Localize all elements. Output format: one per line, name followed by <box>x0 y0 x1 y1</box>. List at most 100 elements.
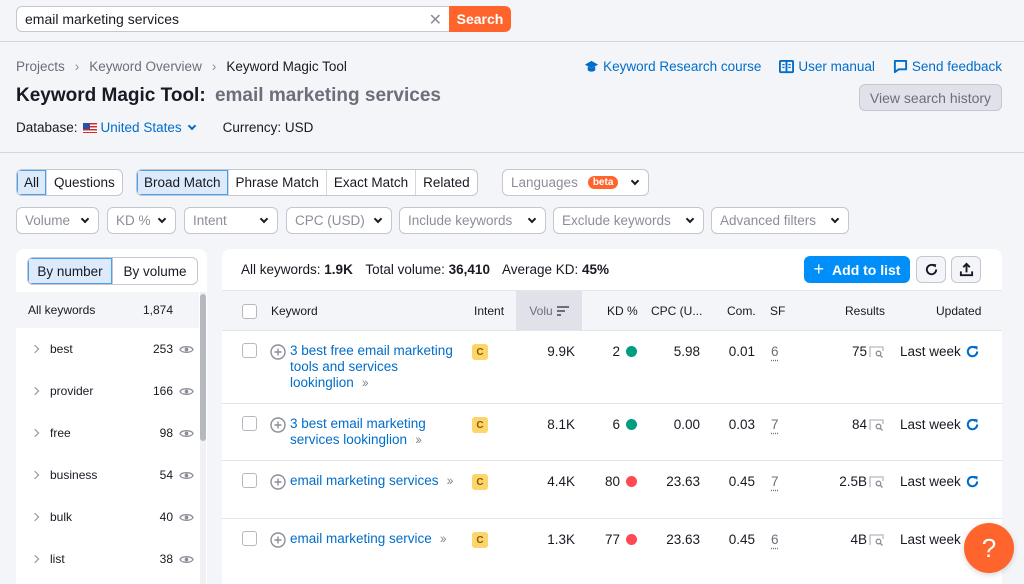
breadcrumb-projects[interactable]: Projects <box>16 59 65 74</box>
eye-icon[interactable] <box>179 384 194 399</box>
by-number-option[interactable]: By number <box>28 258 112 284</box>
search-button[interactable]: Search <box>449 6 511 32</box>
refresh-icon[interactable] <box>965 474 980 489</box>
advanced-filters[interactable]: Advanced filters <box>711 207 849 234</box>
languages-dropdown[interactable]: Languages beta <box>502 169 649 196</box>
export-button[interactable] <box>951 256 981 283</box>
double-chevron-right-icon[interactable]: ›› <box>362 375 369 390</box>
group-label: free <box>50 426 71 440</box>
eye-icon[interactable] <box>179 552 194 567</box>
chevron-right-icon[interactable] <box>30 344 40 354</box>
serp-preview-icon[interactable] <box>869 476 884 488</box>
keyword-link[interactable]: email marketing service <box>290 531 432 546</box>
scrollbar-thumb[interactable] <box>200 294 206 441</box>
eye-icon[interactable] <box>179 342 194 357</box>
search-input[interactable]: email marketing services ✕ <box>16 6 450 32</box>
add-to-list-button[interactable]: + Add to list <box>804 256 910 283</box>
breadcrumb-keyword-overview[interactable]: Keyword Overview <box>89 59 202 74</box>
row-checkbox[interactable] <box>242 473 257 488</box>
database-selector[interactable]: United States <box>101 120 199 135</box>
double-chevron-right-icon[interactable]: ›› <box>447 473 454 488</box>
group-item[interactable]: provider 166 <box>16 370 199 412</box>
group-item[interactable]: free 98 <box>16 412 199 454</box>
keyword-link[interactable]: 3 best email marketing services lookingl… <box>290 416 426 447</box>
refresh-icon[interactable] <box>965 344 980 359</box>
group-item[interactable]: business 54 <box>16 454 199 496</box>
chevron-right-icon[interactable] <box>30 470 40 480</box>
col-cpc[interactable]: CPC (U... <box>651 291 702 331</box>
tab-all[interactable]: All <box>17 170 48 195</box>
cpc-filter[interactable]: CPC (USD) <box>286 207 392 234</box>
col-volume-label: Volu <box>529 304 553 318</box>
include-keywords-filter[interactable]: Include keywords <box>399 207 546 234</box>
refresh-button[interactable] <box>916 256 946 283</box>
add-circle-icon[interactable] <box>270 344 286 360</box>
serp-preview-icon[interactable] <box>869 346 884 358</box>
refresh-icon[interactable] <box>965 417 980 432</box>
chevron-right-icon[interactable] <box>30 554 40 564</box>
competition-value: 0.45 <box>728 474 755 489</box>
serp-features-link[interactable]: 6 <box>771 532 779 547</box>
eye-icon[interactable] <box>179 426 194 441</box>
tab-phrase-match[interactable]: Phrase Match <box>229 170 327 195</box>
col-updated[interactable]: Updated <box>936 291 981 331</box>
add-circle-icon[interactable] <box>270 474 286 490</box>
double-chevron-right-icon[interactable]: ›› <box>440 531 447 546</box>
user-manual-link[interactable]: User manual <box>779 59 875 74</box>
tab-broad-match[interactable]: Broad Match <box>137 170 229 195</box>
double-chevron-right-icon[interactable]: ›› <box>415 432 422 447</box>
close-icon[interactable]: ✕ <box>429 10 442 30</box>
chevron-down-icon <box>187 121 196 131</box>
serp-features-link[interactable]: 7 <box>771 474 779 489</box>
group-count: 253 <box>152 342 173 356</box>
keyword-research-course-link[interactable]: Keyword Research course <box>584 59 761 74</box>
chevron-right-icon[interactable] <box>30 386 40 396</box>
row-checkbox[interactable] <box>242 343 257 358</box>
tab-related[interactable]: Related <box>416 170 477 195</box>
col-kd[interactable]: KD % <box>607 291 638 331</box>
serp-preview-icon[interactable] <box>869 419 884 431</box>
group-item[interactable]: bulk 40 <box>16 496 199 538</box>
group-item[interactable]: list 38 <box>16 538 199 580</box>
add-circle-icon[interactable] <box>270 417 286 433</box>
intent-filter[interactable]: Intent <box>184 207 278 234</box>
row-checkbox[interactable] <box>242 416 257 431</box>
serp-features-link[interactable]: 6 <box>771 344 779 359</box>
chevron-right-icon[interactable] <box>30 512 40 522</box>
group-item[interactable]: best 253 <box>16 328 199 370</box>
tab-exact-match[interactable]: Exact Match <box>327 170 417 195</box>
col-intent[interactable]: Intent <box>474 291 504 331</box>
chevron-down-icon <box>80 214 90 224</box>
send-feedback-link[interactable]: Send feedback <box>893 59 1002 74</box>
database-value: United States <box>100 120 182 135</box>
tab-questions[interactable]: Questions <box>47 170 122 195</box>
eye-icon[interactable] <box>179 510 194 525</box>
keyword-link[interactable]: 3 best free email marketing tools and se… <box>290 343 453 390</box>
col-sf[interactable]: SF <box>770 291 785 331</box>
chevron-right-icon[interactable] <box>30 428 40 438</box>
col-com[interactable]: Com. <box>727 291 756 331</box>
groups-sort-toggle: By number By volume <box>27 257 198 285</box>
groups-scrollbar[interactable] <box>200 292 206 584</box>
exclude-keywords-filter[interactable]: Exclude keywords <box>553 207 704 234</box>
serp-features-link[interactable]: 7 <box>771 417 779 432</box>
view-search-history-button[interactable]: View search history <box>859 84 1002 111</box>
kd-cell: 77 <box>592 532 637 547</box>
by-volume-option[interactable]: By volume <box>112 258 197 284</box>
group-all-keywords[interactable]: All keywords 1,874 <box>16 292 199 328</box>
competition-value: 0.03 <box>728 417 755 432</box>
select-all-checkbox[interactable] <box>242 304 257 319</box>
add-circle-icon[interactable] <box>270 532 286 548</box>
keyword-link[interactable]: email marketing services <box>290 473 439 488</box>
serp-preview-icon[interactable] <box>869 534 884 546</box>
kd-filter[interactable]: KD % <box>107 207 176 234</box>
col-keyword[interactable]: Keyword <box>271 291 318 331</box>
row-checkbox[interactable] <box>242 531 257 546</box>
cpc-value: 5.98 <box>673 344 700 359</box>
col-volume[interactable]: Volu <box>516 291 582 331</box>
results-cell: 75 <box>812 344 884 359</box>
col-results[interactable]: Results <box>845 291 885 331</box>
help-button[interactable]: ? <box>964 523 1014 573</box>
volume-filter[interactable]: Volume <box>16 207 99 234</box>
eye-icon[interactable] <box>179 468 194 483</box>
